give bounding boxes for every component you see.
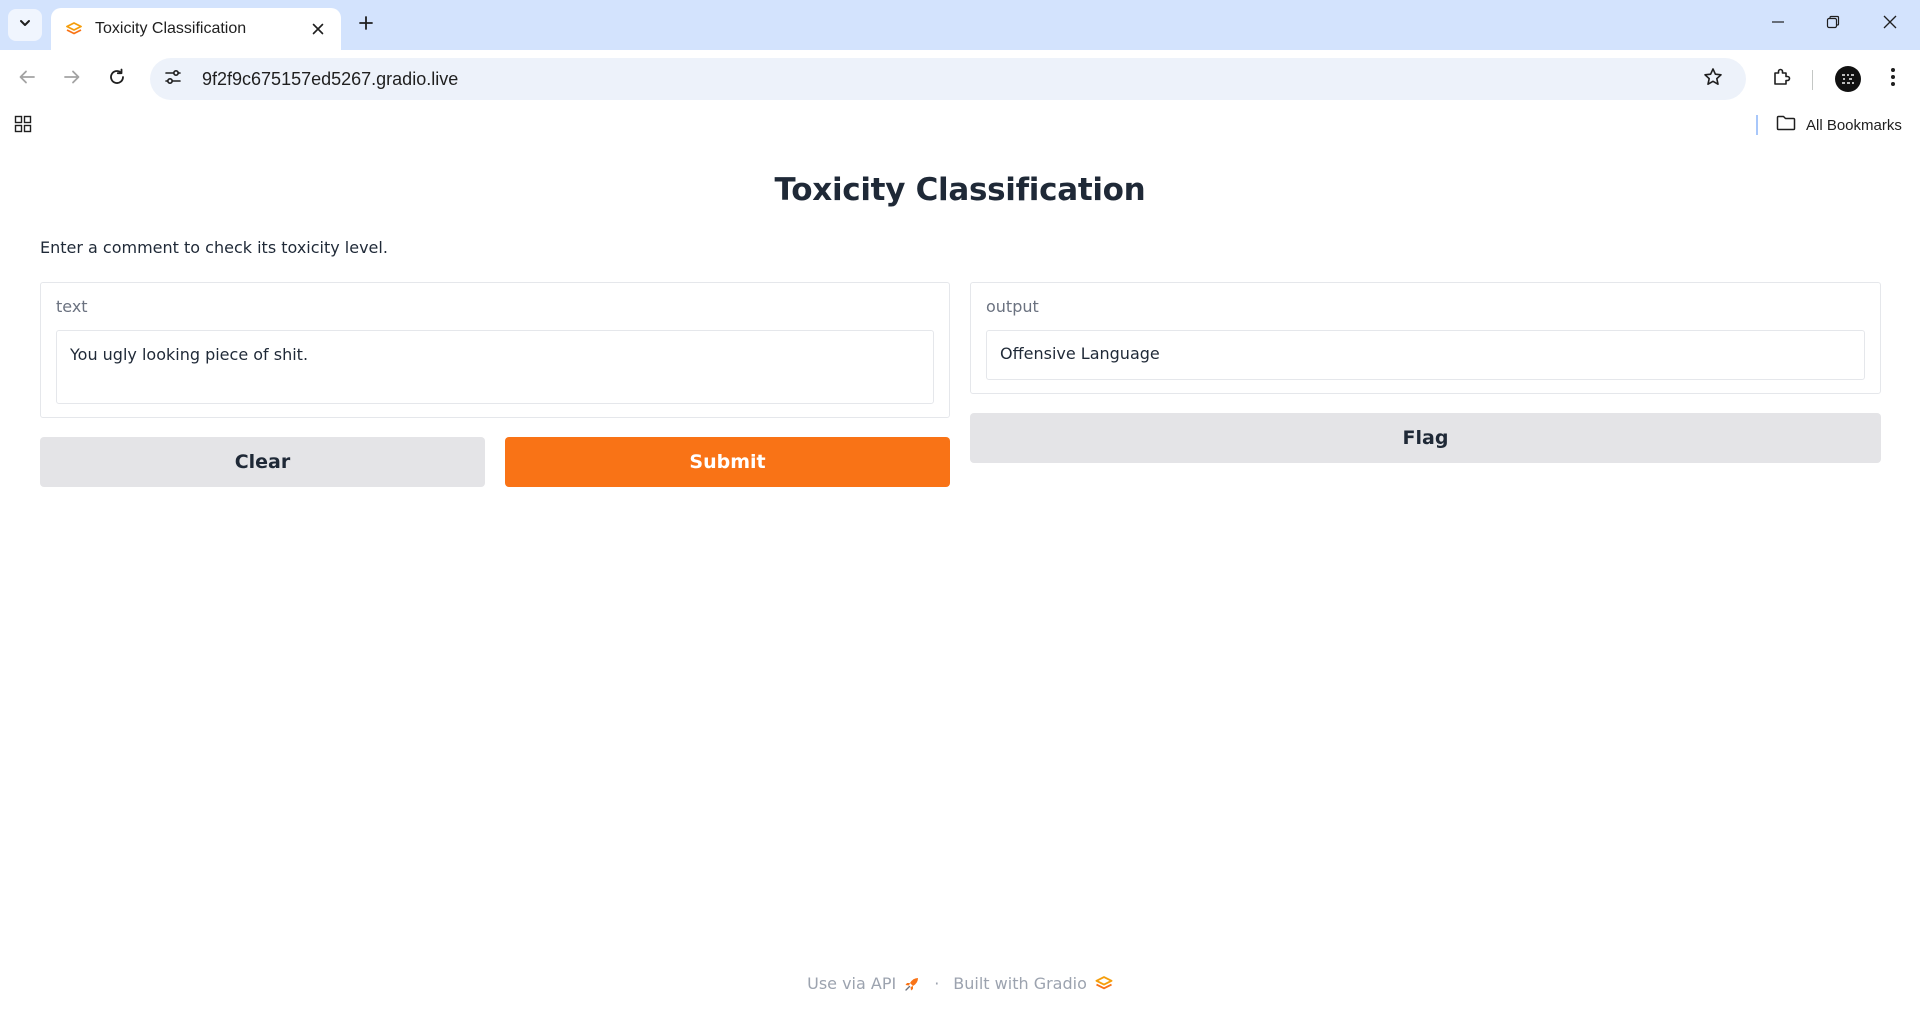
- star-icon: [1703, 67, 1723, 92]
- text-input[interactable]: You ugly looking piece of shit.: [56, 330, 934, 404]
- restore-button[interactable]: [1813, 8, 1853, 40]
- plus-icon: [358, 15, 374, 36]
- site-settings-icon: [164, 68, 182, 91]
- url-text[interactable]: 9f2f9c675157ed5267.gradio.live: [202, 69, 458, 90]
- back-button[interactable]: [10, 62, 44, 96]
- browser-tabstrip: Toxicity Classification: [0, 0, 1920, 50]
- back-arrow-icon: [18, 68, 36, 91]
- window-close-button[interactable]: [1870, 8, 1910, 40]
- more-vert-icon: [1890, 67, 1896, 92]
- clear-button[interactable]: Clear: [40, 437, 485, 487]
- browser-menu-button[interactable]: [1876, 62, 1910, 96]
- window-close-icon: [1883, 15, 1897, 34]
- page-title: Toxicity Classification: [774, 172, 1146, 208]
- extensions-icon: [1771, 67, 1791, 92]
- site-info-button[interactable]: [156, 62, 190, 96]
- toolbar-divider: [1812, 70, 1813, 90]
- address-bar[interactable]: 9f2f9c675157ed5267.gradio.live: [150, 58, 1746, 100]
- footer: Use via API · Built with Gradio: [0, 974, 1920, 993]
- close-icon[interactable]: [307, 18, 329, 40]
- built-with-gradio-link[interactable]: Built with Gradio: [953, 974, 1113, 993]
- rocket-icon: [904, 976, 920, 992]
- api-label: Use via API: [807, 974, 897, 993]
- restore-icon: [1826, 15, 1840, 34]
- minimize-button[interactable]: [1758, 8, 1798, 40]
- forward-button[interactable]: [55, 62, 89, 96]
- output-label: output: [986, 297, 1039, 316]
- folder-icon: [1776, 115, 1796, 136]
- minimize-icon: [1771, 15, 1785, 34]
- gradio-logo-icon: [1095, 976, 1113, 991]
- input-panel: text You ugly looking piece of shit.: [40, 282, 950, 418]
- forward-arrow-icon: [63, 68, 81, 91]
- gradio-logo-icon: [65, 20, 83, 38]
- apps-grid-icon: [14, 115, 32, 138]
- output-panel: output Offensive Language: [970, 282, 1881, 394]
- browser-toolbar: 9f2f9c675157ed5267.gradio.live: [0, 50, 1920, 108]
- flag-button[interactable]: Flag: [970, 413, 1881, 463]
- tab-search-button[interactable]: [8, 9, 42, 41]
- bookmarks-bar: All Bookmarks: [0, 108, 1920, 142]
- use-via-api-link[interactable]: Use via API: [807, 974, 920, 993]
- page-description: Enter a comment to check its toxicity le…: [40, 238, 388, 257]
- bookmarks-divider: [1756, 115, 1758, 135]
- tab-title: Toxicity Classification: [95, 20, 247, 37]
- footer-separator: ·: [934, 974, 940, 993]
- apps-button[interactable]: [12, 115, 34, 137]
- tab-list-icon: [18, 16, 32, 35]
- submit-button[interactable]: Submit: [505, 437, 950, 487]
- all-bookmarks-button[interactable]: All Bookmarks: [1776, 113, 1902, 137]
- reload-icon: [108, 68, 126, 91]
- bookmark-star-button[interactable]: [1696, 62, 1730, 96]
- all-bookmarks-label: All Bookmarks: [1806, 116, 1902, 134]
- reload-button[interactable]: [100, 62, 134, 96]
- extensions-button[interactable]: [1764, 62, 1798, 96]
- profile-avatar-icon[interactable]: [1835, 66, 1861, 92]
- output-textbox[interactable]: Offensive Language: [986, 330, 1865, 380]
- gradio-app: Toxicity Classification Enter a comment …: [0, 142, 1920, 1020]
- new-tab-button[interactable]: [352, 11, 380, 39]
- browser-tab-active[interactable]: Toxicity Classification: [51, 8, 341, 50]
- built-with-label: Built with Gradio: [953, 974, 1087, 993]
- input-label: text: [56, 297, 88, 316]
